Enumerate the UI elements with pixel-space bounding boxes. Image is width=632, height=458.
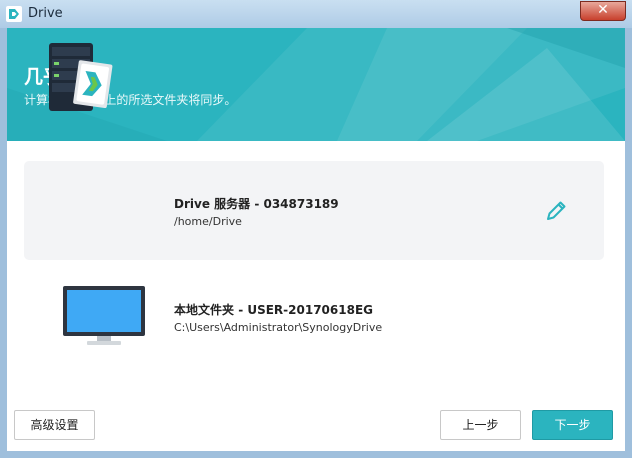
- nas-server-icon: [49, 43, 113, 111]
- server-name-label: Drive 服务器: [174, 197, 251, 211]
- advanced-settings-button[interactable]: 高级设置: [14, 410, 95, 440]
- next-button[interactable]: 下一步: [532, 410, 613, 440]
- title-bar[interactable]: Drive ✕: [0, 0, 632, 28]
- monitor-icon: [63, 286, 145, 345]
- local-folder-path: C:\Users\Administrator\SynologyDrive: [174, 321, 383, 334]
- local-folder-name: 本地文件夹 - USER-20170618EG: [174, 301, 373, 318]
- close-button[interactable]: ✕: [580, 1, 626, 21]
- drive-app-icon: [6, 6, 22, 22]
- local-computer-id: - USER-20170618EG: [234, 303, 373, 317]
- server-path: /home/Drive: [174, 215, 242, 228]
- server-id: - 034873189: [250, 197, 339, 211]
- local-folder-label: 本地文件夹: [174, 303, 235, 317]
- pencil-edit-icon[interactable]: [545, 200, 567, 222]
- server-name: Drive 服务器 - 034873189: [174, 195, 339, 212]
- previous-button[interactable]: 上一步: [440, 410, 521, 440]
- window-title: Drive: [28, 6, 63, 21]
- app-window: Drive ✕ 几乎完成！ 计算机和 NAS 上的所选文件夹将同步。: [0, 0, 632, 458]
- wizard-content: 几乎完成！ 计算机和 NAS 上的所选文件夹将同步。 Drive 服务器 - 0: [7, 28, 625, 451]
